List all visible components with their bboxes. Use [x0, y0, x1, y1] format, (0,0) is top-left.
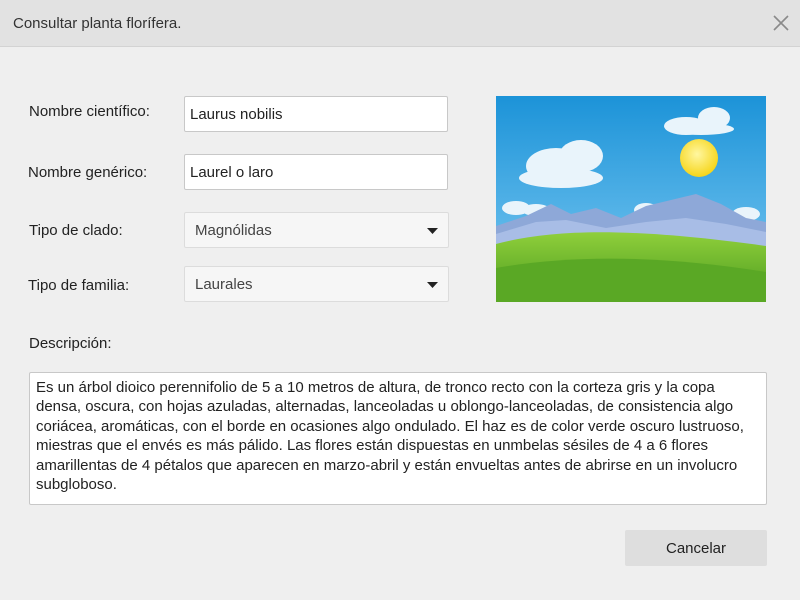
landscape-placeholder-image [496, 96, 766, 302]
chevron-down-icon [427, 228, 438, 234]
dialog: Consultar planta florífera. Nombre cient… [0, 0, 800, 600]
dialog-titlebar: Consultar planta florífera. [0, 0, 800, 47]
description-label: Descripción: [29, 335, 112, 352]
clade-label: Tipo de clado: [29, 222, 123, 239]
close-button[interactable] [771, 13, 791, 33]
description-textarea[interactable]: Es un árbol dioico perennifolio de 5 a 1… [29, 372, 767, 505]
family-select-value: Laurales [195, 276, 253, 293]
family-select[interactable]: Laurales [184, 266, 449, 302]
scientific-name-label: Nombre científico: [29, 103, 150, 120]
dialog-title: Consultar planta florífera. [13, 15, 182, 32]
family-label: Tipo de familia: [28, 277, 130, 294]
close-icon [773, 15, 789, 31]
scientific-name-input[interactable] [184, 96, 448, 132]
generic-name-input[interactable] [184, 154, 448, 190]
generic-name-label: Nombre genérico: [28, 164, 148, 181]
clade-select-value: Magnólidas [195, 222, 272, 239]
chevron-down-icon [427, 282, 438, 288]
cancel-button[interactable]: Cancelar [625, 530, 767, 566]
clade-select[interactable]: Magnólidas [184, 212, 449, 248]
plant-image [496, 96, 766, 302]
